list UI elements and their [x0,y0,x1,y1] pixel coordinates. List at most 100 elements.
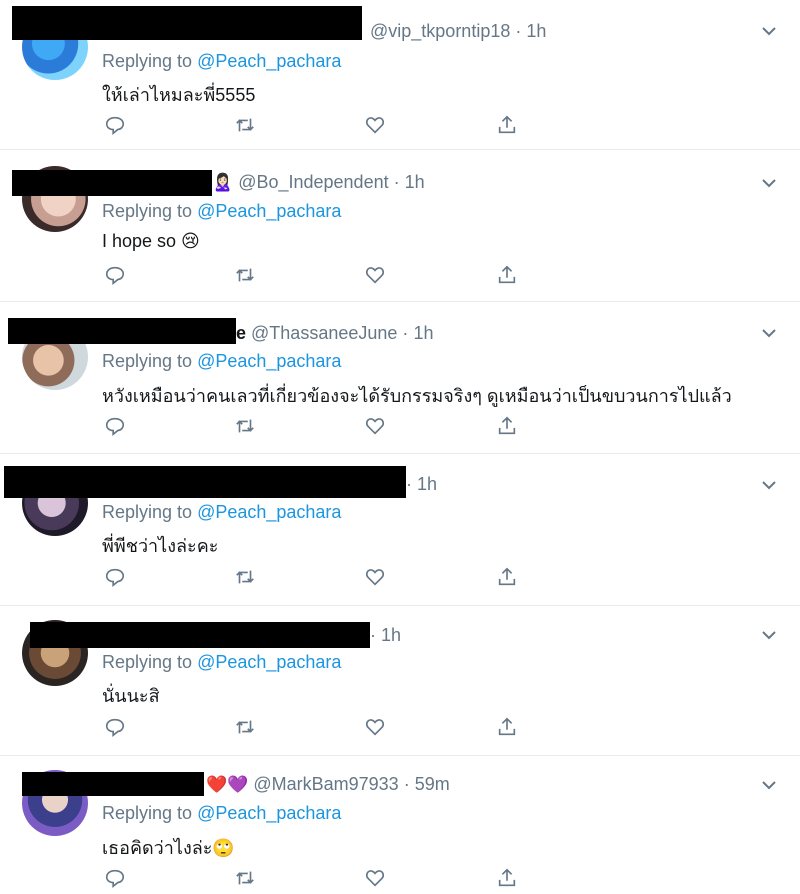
tweet-actions [100,264,530,290]
reply-button[interactable] [104,415,130,441]
share-button[interactable] [496,264,522,290]
retweet-icon [236,570,254,584]
mention-link[interactable]: @Peach_pachara [197,201,341,221]
tweet[interactable]: · 1h Replying to @Peach_pachara นั่นนะสิ [0,606,800,756]
chevron-down-icon[interactable] [760,174,778,192]
replying-to: Replying to @Peach_pachara [102,502,341,523]
user-handle[interactable]: @MarkBam97933 [253,774,398,794]
retweet-icon [236,118,254,132]
share-button[interactable] [496,566,522,592]
redacted-display-name [12,170,212,196]
reply-icon [105,116,125,135]
retweet-icon [236,419,254,433]
reply-icon [105,568,125,587]
timestamp[interactable]: 1h [381,625,401,645]
chevron-down-icon[interactable] [760,324,778,342]
timestamp[interactable]: 59m [415,774,450,794]
share-icon [498,567,516,586]
share-icon [498,416,516,435]
mention-link[interactable]: @Peach_pachara [197,51,341,71]
retweet-button[interactable] [234,867,260,893]
like-button[interactable] [364,114,390,140]
tweet-text: เธอคิดว่าไงล่ะ🙄 [102,838,235,858]
like-button[interactable] [364,566,390,592]
retweet-button[interactable] [234,114,260,140]
tweet-text: พี่พีชว่าไงล่ะคะ [102,536,219,556]
like-button[interactable] [364,415,390,441]
display-name-tail: e [236,323,247,343]
share-button[interactable] [496,867,522,893]
replying-prefix: Replying to [102,652,198,672]
share-icon [498,265,516,284]
like-icon [365,117,385,134]
tweet-header: 🙎🏻‍♀️ @Bo_Independent · 1h [212,172,425,193]
tweet-header: @vip_tkporntip18 · 1h [370,21,546,42]
tweet-text: หวังเหมือนว่าคนเลวที่เกี่ยวข้องจะได้รับก… [102,386,732,406]
timestamp[interactable]: 1h [405,172,425,192]
chevron-down-icon[interactable] [760,626,778,644]
chevron-down-icon[interactable] [760,22,778,40]
tweet[interactable]: · 1h Replying to @Peach_pachara พี่พีชว่… [0,456,800,606]
tweet-text: นั่นนะสิ [102,686,160,706]
redacted-display-name [22,772,204,796]
share-button[interactable] [496,415,522,441]
tweet-actions [100,415,530,441]
tweet-actions [100,867,530,893]
mention-link[interactable]: @Peach_pachara [197,351,341,371]
replying-prefix: Replying to [102,502,198,522]
user-handle[interactable]: @ThassaneeJune [251,323,397,343]
reply-icon [105,417,125,436]
retweet-icon [236,871,254,885]
replying-prefix: Replying to [102,803,198,823]
like-icon [365,870,385,887]
tweet-text: ให้เล่าไหมละพี่5555 [102,85,256,105]
replying-to: Replying to @Peach_pachara [102,351,341,372]
chevron-down-icon[interactable] [760,476,778,494]
retweet-button[interactable] [234,415,260,441]
timestamp[interactable]: 1h [526,21,546,41]
timestamp[interactable]: 1h [413,323,433,343]
retweet-button[interactable] [234,716,260,742]
timestamp[interactable]: 1h [417,474,437,494]
replying-to: Replying to @Peach_pachara [102,803,341,824]
reply-icon [105,718,125,737]
tweet[interactable]: e @ThassaneeJune · 1h Replying to @Peach… [0,304,800,454]
separator-dot: · [406,474,412,494]
like-icon [365,719,385,736]
separator-dot: · [370,625,376,645]
redacted-display-name [8,318,236,344]
reply-button[interactable] [104,566,130,592]
tweet-header: ❤️💜 @MarkBam97933 · 59m [206,774,450,795]
tweet[interactable]: 🙎🏻‍♀️ @Bo_Independent · 1h Replying to @… [0,152,800,302]
separator-dot: · [402,323,409,343]
tweet[interactable]: ❤️💜 @MarkBam97933 · 59m Replying to @Pea… [0,756,800,893]
replying-prefix: Replying to [102,201,198,221]
reply-button[interactable] [104,867,130,893]
mention-link[interactable]: @Peach_pachara [197,652,341,672]
tweet[interactable]: @vip_tkporntip18 · 1h Replying to @Peach… [0,0,800,150]
share-button[interactable] [496,114,522,140]
mention-link[interactable]: @Peach_pachara [197,803,341,823]
share-button[interactable] [496,716,522,742]
replying-prefix: Replying to [102,351,198,371]
user-handle[interactable]: @vip_tkporntip18 [370,21,510,41]
like-button[interactable] [364,867,390,893]
share-icon [498,717,516,736]
like-icon [365,569,385,586]
tweet-text: I hope so 😢 [102,231,200,251]
like-button[interactable] [364,716,390,742]
reply-button[interactable] [104,716,130,742]
like-icon [365,267,385,284]
like-button[interactable] [364,264,390,290]
redacted-display-name [30,622,370,648]
tweet-actions [100,716,530,742]
separator-dot: · [393,172,400,192]
mention-link[interactable]: @Peach_pachara [197,502,341,522]
tweet-actions [100,114,530,140]
reply-button[interactable] [104,264,130,290]
retweet-button[interactable] [234,264,260,290]
user-handle[interactable]: @Bo_Independent [238,172,388,192]
chevron-down-icon[interactable] [760,776,778,794]
reply-button[interactable] [104,114,130,140]
retweet-button[interactable] [234,566,260,592]
